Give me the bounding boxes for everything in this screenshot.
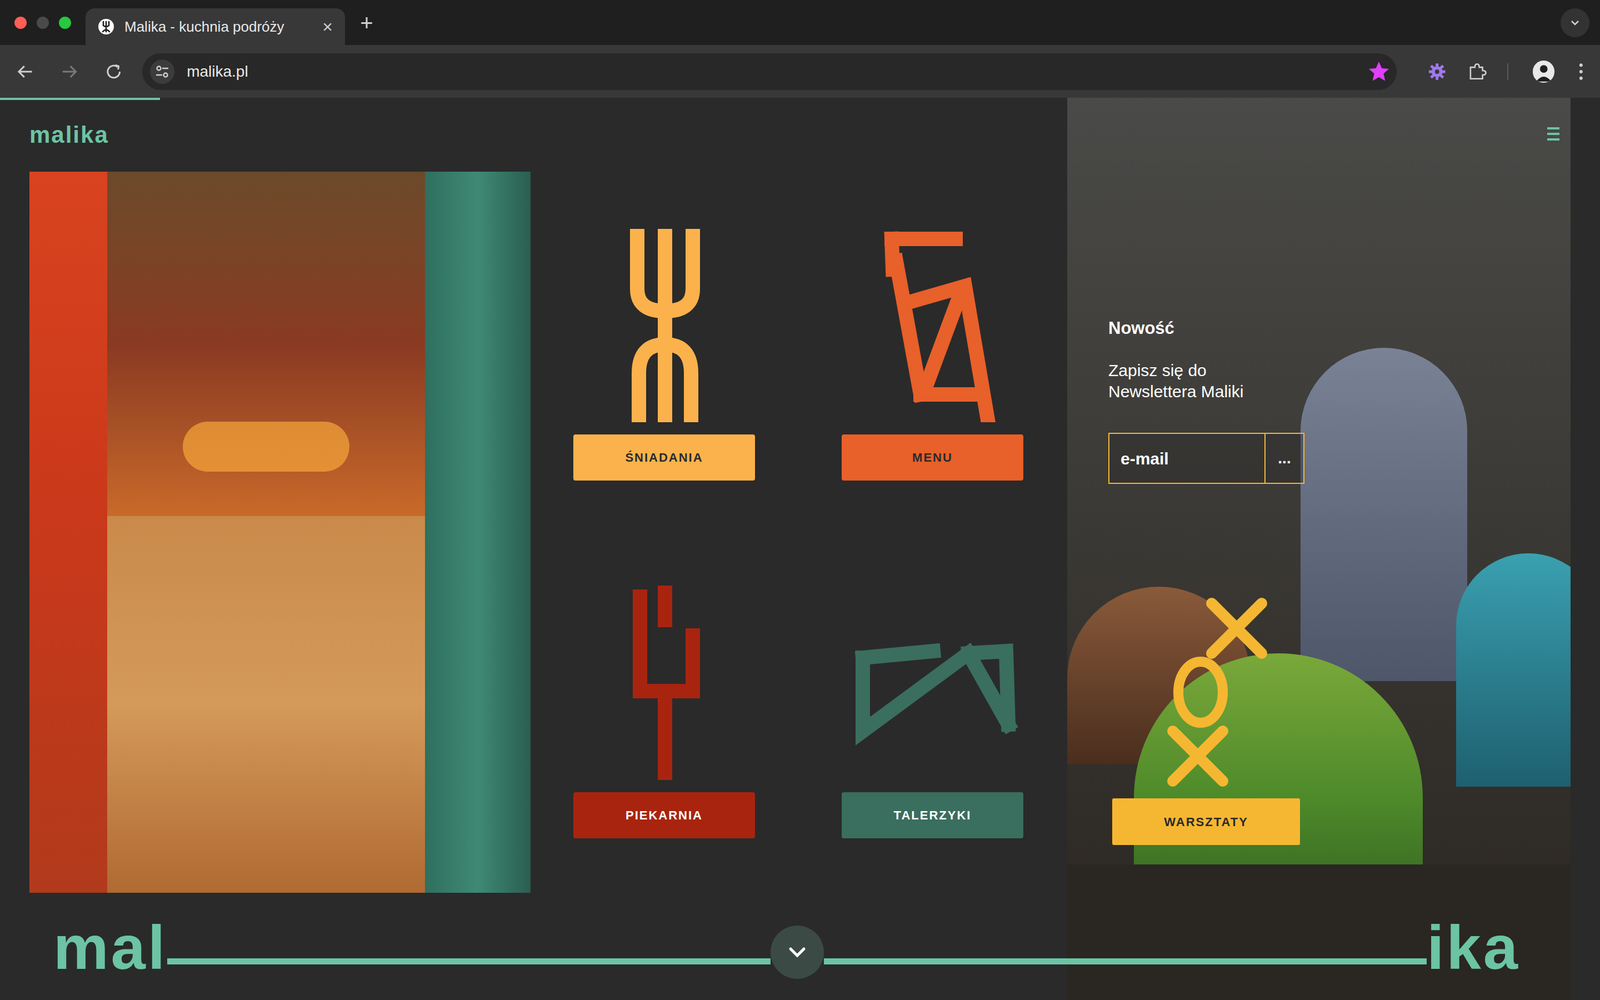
- workshop-button[interactable]: WARSZTATY: [1112, 798, 1300, 845]
- footer-logo-band: mal ika: [53, 916, 1520, 979]
- category-label: MENU: [912, 448, 953, 467]
- newsletter-text: Zapisz się do Newslettera Maliki: [1108, 360, 1275, 403]
- tab-bar: Malika - kuchnia podróży × +: [0, 0, 1600, 45]
- profile-button[interactable]: [1532, 60, 1555, 83]
- tile-grid: ŚNIADANIA MENU PIEKARNIA TALERZYKI: [530, 171, 1068, 893]
- category-label: PIEKARNIA: [625, 806, 703, 825]
- berber-glyph-icon: [841, 227, 1024, 423]
- window-controls: [0, 0, 86, 45]
- loading-fill: [0, 97, 160, 100]
- toolbar: malika.pl: [0, 45, 1600, 98]
- email-input[interactable]: [1109, 433, 1265, 483]
- page: malika ŚNIADANIAMENUPIEKARNIATALERZYKI: [0, 97, 1600, 1000]
- site-info-icon[interactable]: [154, 63, 170, 80]
- site-header: malika: [0, 97, 1068, 172]
- toolbar-divider: [1507, 63, 1509, 80]
- extension-gear-icon[interactable]: [1426, 61, 1448, 83]
- bookmark-star-icon[interactable]: [1368, 61, 1389, 82]
- newsletter-content: Nowość Zapisz się do Newslettera Maliki …: [1067, 97, 1571, 845]
- site-logo[interactable]: malika: [29, 123, 109, 147]
- minimize-window-icon[interactable]: [36, 16, 49, 29]
- category-label: ŚNIADANIA: [625, 448, 703, 467]
- chevron-down-icon: [785, 940, 810, 965]
- footer-line-left: [167, 958, 771, 965]
- footer-logo-right: ika: [1426, 916, 1520, 979]
- scrollbar-strip: [1570, 97, 1600, 1000]
- extensions-puzzle-icon[interactable]: [1466, 60, 1488, 83]
- malika-favicon-icon: [97, 18, 115, 35]
- category-label: TALERZYKI: [893, 806, 972, 825]
- restaurant-photo: [29, 171, 531, 893]
- footer-line-right: [823, 958, 1428, 965]
- newsletter-panel: Nowość Zapisz się do Newslettera Maliki …: [1067, 97, 1571, 1000]
- browser-chrome: Malika - kuchnia podróży × + malika.pl: [0, 0, 1600, 98]
- main-area: malika ŚNIADANIA MENU PIEKARNIA TALERZYKI: [0, 97, 1068, 1000]
- maximize-window-icon[interactable]: [58, 16, 72, 29]
- chevron-down-icon: [1568, 16, 1582, 29]
- category-tile: MENU: [841, 227, 1024, 481]
- newsletter-form: ...: [1108, 432, 1305, 484]
- more-menu-icon[interactable]: [1575, 60, 1587, 83]
- category-button[interactable]: ŚNIADANIA: [573, 434, 755, 481]
- tab-title: Malika - kuchnia podróży: [124, 16, 313, 38]
- berber-glyph-icon: [573, 585, 755, 780]
- scroll-down-button[interactable]: [770, 925, 824, 979]
- browser-tab[interactable]: Malika - kuchnia podróży ×: [85, 8, 345, 45]
- category-tile: PIEKARNIA: [573, 585, 755, 839]
- tab-close-button[interactable]: ×: [322, 17, 333, 36]
- footer-logo-left: mal: [53, 916, 168, 979]
- back-arrow-icon[interactable]: [13, 59, 38, 84]
- category-button[interactable]: MENU: [841, 434, 1024, 481]
- reload-icon[interactable]: [101, 59, 126, 84]
- address-bar[interactable]: malika.pl: [142, 53, 1397, 90]
- category-button[interactable]: PIEKARNIA: [573, 792, 755, 839]
- profile-person-icon: [1532, 60, 1555, 83]
- newsletter-badge: Nowość: [1108, 317, 1571, 340]
- close-window-icon[interactable]: [14, 16, 27, 29]
- newsletter-submit-button[interactable]: ...: [1264, 433, 1304, 483]
- forward-arrow-icon[interactable]: [57, 59, 82, 84]
- pottery-photo: [1067, 97, 1571, 1000]
- new-tab-button[interactable]: +: [360, 11, 373, 34]
- content-row: ŚNIADANIA MENU PIEKARNIA TALERZYKI: [0, 171, 1068, 893]
- berber-glyph-icon: [573, 227, 755, 423]
- loading-bar: [0, 97, 1600, 100]
- category-tile: TALERZYKI: [841, 585, 1024, 839]
- berber-glyph-icon: [841, 585, 1024, 780]
- category-button[interactable]: TALERZYKI: [841, 792, 1024, 839]
- tab-list-button[interactable]: [1560, 8, 1590, 38]
- category-tile: ŚNIADANIA: [573, 227, 755, 481]
- address-text: malika.pl: [186, 60, 1357, 84]
- xox-decoration-icon: [1161, 592, 1273, 787]
- hamburger-menu-icon[interactable]: [1546, 125, 1561, 143]
